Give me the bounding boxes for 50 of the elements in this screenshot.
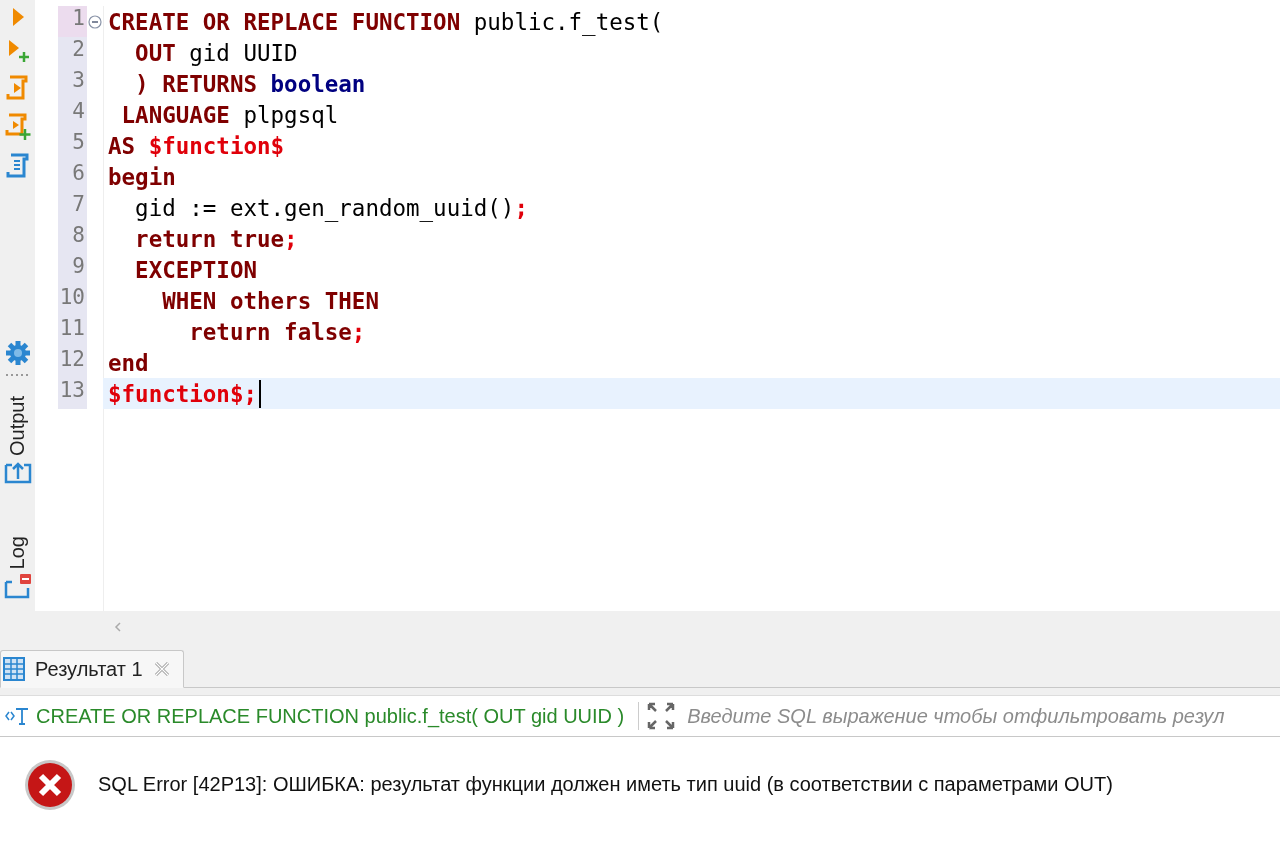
code-line: LANGUAGE plpgsql xyxy=(120,101,339,128)
code-line: return true; xyxy=(134,225,298,252)
script-document-icon[interactable] xyxy=(5,152,30,180)
code-line: $function$; xyxy=(108,380,257,407)
line-number: 6 xyxy=(58,161,87,192)
query-text: CREATE OR REPLACE FUNCTION public.f_test( OUT gid UUID ) xyxy=(36,704,625,728)
line-number: 1 xyxy=(58,6,87,37)
line-number: 5 xyxy=(58,130,87,161)
scroll-left-icon[interactable] xyxy=(114,622,122,632)
run-icon[interactable] xyxy=(10,6,25,28)
collapse-icon[interactable] xyxy=(88,14,102,29)
code-line: WHEN others THEN xyxy=(161,287,379,314)
filter-bar[interactable]: CREATE OR REPLACE FUNCTION public.f_test( OUT gid UUID ) Введите SQL выражение чтобы отфильтровать резул xyxy=(0,695,1280,737)
output-panel-icon[interactable] xyxy=(3,460,32,485)
line-number: 7 xyxy=(58,192,87,223)
code-line: return false; xyxy=(188,318,366,345)
filter-field[interactable]: Введите SQL выражение чтобы отфильтровать резул xyxy=(685,703,1280,729)
line-number: 12 xyxy=(58,347,87,378)
error-message: SQL Error [42P13]: ОШИБКА: результат функции должен иметь тип uuid (в соответствии с параметрами OUT) xyxy=(98,773,1113,796)
code-line: ) RETURNS boolean xyxy=(134,70,366,97)
line-number: 4 xyxy=(58,99,87,130)
code-line: AS $function$ xyxy=(108,132,285,159)
text-cursor xyxy=(259,379,261,408)
line-number: 11 xyxy=(58,316,87,347)
expand-icon[interactable] xyxy=(647,702,676,730)
line-number: 9 xyxy=(58,254,87,285)
code-line: EXCEPTION xyxy=(134,256,257,283)
line-number: 8 xyxy=(58,223,87,254)
script-add-icon[interactable] xyxy=(4,112,31,142)
line-number: 10 xyxy=(58,285,87,316)
line-number: 3 xyxy=(58,68,87,99)
code-line: end xyxy=(108,349,149,376)
sql-text-icon xyxy=(4,706,30,726)
close-icon[interactable] xyxy=(152,660,171,678)
code-line: CREATE OR REPLACE FUNCTION public.f_test( xyxy=(108,8,664,35)
log-panel-icon[interactable] xyxy=(3,573,32,600)
code-line: OUT gid UUID xyxy=(134,39,298,66)
panel-tab-label[interactable]: Output xyxy=(6,396,29,457)
result-tab[interactable]: Результат 1 xyxy=(0,650,184,688)
code-line: gid := ext.gen_random_uuid(); xyxy=(134,194,528,221)
settings-icon[interactable] xyxy=(4,340,31,366)
error-icon xyxy=(24,758,76,811)
code-line: begin xyxy=(108,163,176,190)
script-run-icon[interactable] xyxy=(5,74,30,102)
grid-icon xyxy=(3,657,25,681)
run-add-icon[interactable] xyxy=(6,38,29,64)
line-number: 2 xyxy=(58,37,87,68)
drag-handle-icon[interactable] xyxy=(4,372,31,378)
line-number: 13 xyxy=(58,378,87,409)
panel-tab-label[interactable]: Log xyxy=(6,536,29,570)
